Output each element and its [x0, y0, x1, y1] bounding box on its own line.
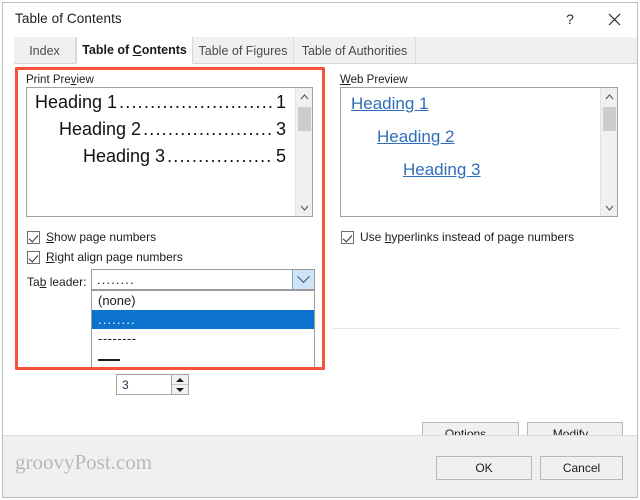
stepper-increment-button[interactable]: [172, 375, 188, 385]
scrollbar-thumb[interactable]: [603, 107, 616, 131]
tab-table-of-figures[interactable]: Table of Figures: [193, 37, 294, 64]
dropdown-item-dashes[interactable]: --------: [92, 329, 314, 348]
checkbox-box[interactable]: [27, 250, 40, 264]
tab-strip: Index Table of Contents Table of Figures…: [3, 37, 637, 64]
stepper-decrement-button[interactable]: [172, 385, 188, 394]
print-line-text: Heading 2: [59, 119, 142, 139]
checkbox-box[interactable]: [341, 230, 354, 244]
screenshot-root: Table of Contents ? Index Table of Conte…: [0, 0, 640, 500]
dropdown-item-dots[interactable]: ........: [92, 310, 314, 329]
checkbox-right-align-page-numbers[interactable]: Right align page numbers: [27, 250, 183, 264]
close-icon[interactable]: [593, 3, 635, 35]
show-levels-value[interactable]: 3: [117, 375, 171, 394]
scroll-down-icon[interactable]: [601, 199, 617, 216]
triangle-up-icon: [176, 377, 184, 382]
scroll-up-icon[interactable]: [601, 88, 617, 105]
ok-button-label: OK: [475, 461, 493, 475]
web-preview-lines: Heading 1 Heading 2 Heading 3: [341, 88, 599, 216]
print-preview-line: Heading 2 ........................... 3: [33, 119, 286, 140]
print-line-page: 3: [275, 119, 286, 139]
tab-table-of-figures-label: Table of Figures: [198, 43, 288, 58]
dialog-title: Table of Contents: [15, 11, 122, 26]
tab-index-label: Index: [29, 43, 60, 58]
table-of-contents-dialog: Table of Contents ? Index Table of Conte…: [2, 2, 638, 498]
tab-table-of-contents[interactable]: Table of Contents: [76, 37, 193, 64]
web-preview-link[interactable]: Heading 1: [349, 94, 591, 114]
print-line-page: 1: [275, 92, 286, 112]
scroll-down-icon[interactable]: [296, 199, 312, 216]
tab-index[interactable]: Index: [14, 37, 76, 64]
print-preview-line: Heading 3 ........................ 5: [33, 146, 286, 167]
dialog-content: Print Preview Heading 1 ................…: [3, 64, 637, 446]
content-divider: [333, 328, 621, 329]
web-preview-link[interactable]: Heading 2: [349, 127, 591, 147]
tab-leader-dropdown-list[interactable]: (none) ........ --------: [91, 290, 315, 368]
tab-table-of-authorities[interactable]: Table of Authorities: [294, 37, 416, 64]
dropdown-item-none[interactable]: (none): [92, 291, 314, 310]
title-bar: Table of Contents ?: [3, 3, 637, 37]
scroll-up-icon[interactable]: [296, 88, 312, 105]
web-preview-link[interactable]: Heading 3: [349, 160, 591, 180]
web-preview-scrollbar[interactable]: [600, 88, 617, 216]
tab-leader-combobox[interactable]: ........: [91, 269, 315, 290]
watermark: groovyPost.com: [15, 450, 153, 474]
print-preview-lines: Heading 1 ..............................…: [27, 88, 294, 216]
web-preview-legend: Web Preview: [340, 74, 408, 86]
dropdown-item-label: [98, 358, 120, 361]
dropdown-item-solid[interactable]: [92, 348, 314, 367]
scrollbar-thumb[interactable]: [298, 107, 311, 131]
tab-table-of-contents-label: Table of Contents: [82, 43, 187, 57]
dialog-footer: groovyPost.com OK Cancel: [3, 435, 637, 497]
dropdown-item-label: ........: [98, 312, 136, 327]
checkbox-label: Show page numbers: [46, 230, 157, 244]
tab-table-of-authorities-label: Table of Authorities: [301, 43, 408, 58]
chevron-glyph: [297, 270, 310, 284]
checkbox-box[interactable]: [27, 230, 40, 244]
web-preview-box: Heading 1 Heading 2 Heading 3: [340, 87, 618, 217]
help-icon[interactable]: ?: [549, 3, 591, 35]
checkbox-label: Use hyperlinks instead of page numbers: [360, 230, 575, 244]
print-preview-line: Heading 1 ..............................…: [33, 92, 286, 113]
dropdown-item-label: (none): [98, 293, 136, 308]
checkbox-label: Right align page numbers: [46, 250, 183, 264]
dropdown-item-label: --------: [98, 331, 137, 346]
print-line-text: Heading 1: [35, 92, 118, 112]
tab-leader-label: Tab leader:: [27, 275, 87, 289]
stepper-buttons: [171, 375, 188, 394]
print-line-text: Heading 3: [83, 146, 166, 166]
tab-leader-value: ........: [97, 272, 135, 287]
ok-button[interactable]: OK: [436, 456, 532, 480]
chevron-down-icon[interactable]: [292, 270, 314, 289]
print-line-leader: ...........................: [143, 120, 274, 138]
print-preview-legend: Print Preview: [26, 74, 94, 86]
show-levels-stepper[interactable]: 3: [116, 374, 189, 395]
triangle-down-icon: [176, 387, 184, 392]
checkbox-show-page-numbers[interactable]: Show page numbers: [27, 230, 156, 244]
help-glyph: ?: [566, 11, 574, 27]
cancel-button[interactable]: Cancel: [540, 456, 623, 480]
checkbox-use-hyperlinks[interactable]: Use hyperlinks instead of page numbers: [341, 230, 574, 244]
print-preview-scrollbar[interactable]: [295, 88, 312, 216]
print-line-page: 5: [275, 146, 286, 166]
print-line-leader: ..............................: [119, 93, 274, 111]
cancel-button-label: Cancel: [562, 461, 601, 475]
print-preview-box: Heading 1 ..............................…: [26, 87, 313, 217]
print-line-leader: ........................: [167, 147, 274, 165]
